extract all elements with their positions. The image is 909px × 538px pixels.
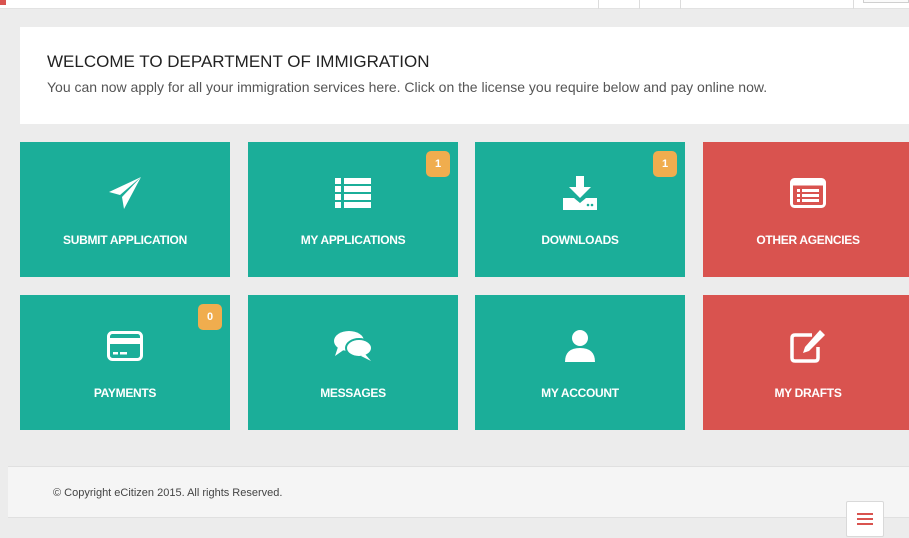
welcome-panel: WELCOME TO DEPARTMENT OF IMMIGRATION You… (20, 27, 909, 124)
list-icon (248, 176, 458, 210)
messages-tile[interactable]: MESSAGES (248, 295, 458, 430)
logo[interactable] (0, 0, 6, 5)
tile-label: MY APPLICATIONS (300, 233, 406, 247)
copyright-text: © Copyright eCitizen 2015. All rights Re… (53, 487, 283, 499)
tile-label: OTHER AGENCIES (756, 233, 860, 247)
tile-label: SUBMIT APPLICATION (63, 233, 187, 247)
download-icon (475, 176, 685, 210)
tile-label: MESSAGES (320, 386, 386, 400)
list-alt-icon (703, 176, 909, 210)
credit-card-icon (20, 329, 230, 363)
applications-count-badge: 1 (426, 151, 450, 177)
edit-icon (703, 329, 909, 363)
page-title: WELCOME TO DEPARTMENT OF IMMIGRATION (47, 52, 430, 71)
downloads-tile[interactable]: 1 DOWNLOADS (475, 142, 685, 277)
navbar-divider (639, 0, 640, 9)
my-drafts-tile[interactable]: MY DRAFTS (703, 295, 909, 430)
other-agencies-tile[interactable]: OTHER AGENCIES (703, 142, 909, 277)
top-navbar (0, 0, 909, 9)
tile-label: PAYMENTS (93, 386, 157, 400)
downloads-count-badge: 1 (653, 151, 677, 177)
my-applications-tile[interactable]: 1 MY APPLICATIONS (248, 142, 458, 277)
navbar-user-menu[interactable] (863, 0, 909, 3)
navbar-divider (680, 0, 681, 9)
navbar-divider (853, 0, 854, 9)
submit-application-tile[interactable]: SUBMIT APPLICATION (20, 142, 230, 277)
page-subtitle: You can now apply for all your immigrati… (47, 79, 768, 95)
menu-button[interactable] (846, 501, 884, 537)
navbar-divider (598, 0, 599, 9)
comments-icon (248, 329, 458, 363)
payments-count-badge: 0 (198, 304, 222, 330)
my-account-tile[interactable]: MY ACCOUNT (475, 295, 685, 430)
footer: © Copyright eCitizen 2015. All rights Re… (8, 466, 909, 518)
user-icon (475, 329, 685, 363)
tile-label: MY ACCOUNT (541, 386, 619, 400)
tile-label: MY DRAFTS (774, 386, 842, 400)
paper-plane-icon (20, 176, 230, 210)
hamburger-menu-icon (857, 513, 873, 525)
payments-tile[interactable]: 0 PAYMENTS (20, 295, 230, 430)
tile-label: DOWNLOADS (541, 233, 619, 247)
